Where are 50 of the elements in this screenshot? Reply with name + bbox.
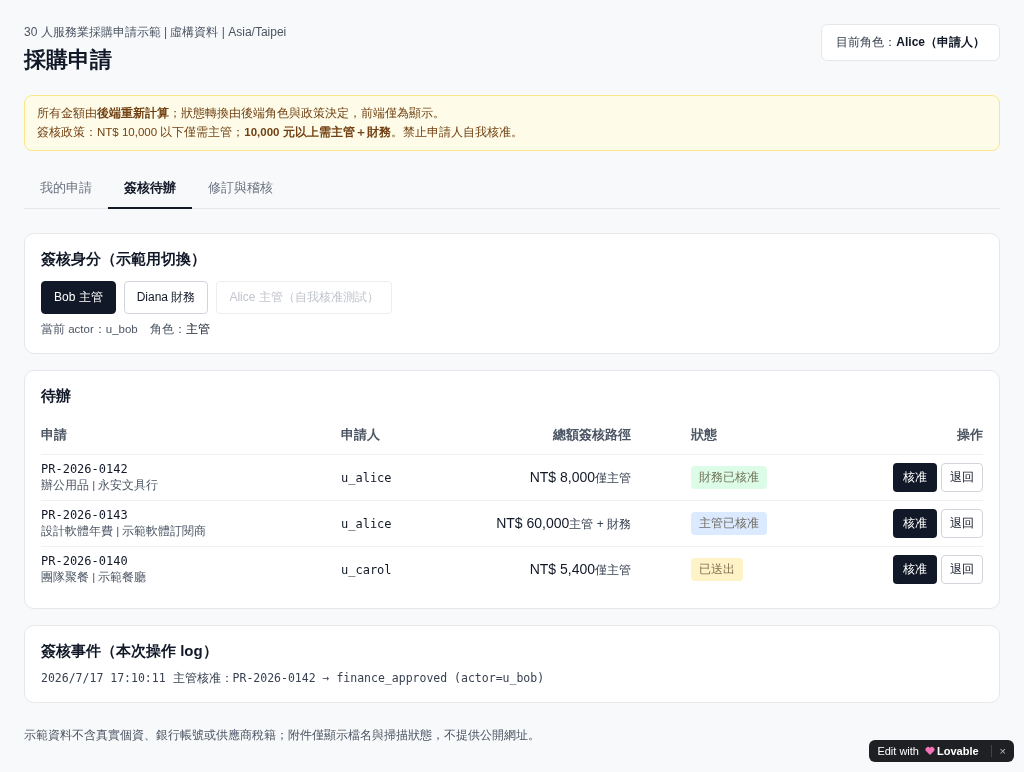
approve-button[interactable]: 核准 [893,463,937,492]
status-badge: 主管已核准 [691,512,767,535]
close-button[interactable]: × [990,745,1006,757]
status-badge: 財務已核准 [691,466,767,489]
heart-icon [925,746,935,756]
tab[interactable]: 我的申請 [24,169,108,209]
log-entry: 2026/7/17 17:10:11 主管核准：PR-2026-0142 → finance_approved (actor=u_bob) [41,671,546,686]
status-badge: 已送出 [691,558,743,581]
actor-text: 當前 actor：u_bob [41,322,138,337]
column-header: 操作 [957,427,983,442]
badge-text: Edit with [877,745,919,757]
app-subtitle: 30 人服務業採購申請示範 | 虛構資料 | Asia/Taipei [24,24,287,41]
brand-name: Lovable [937,745,979,757]
reject-button[interactable]: 退回 [941,509,983,538]
amount: NT$ 5,400 [529,560,595,577]
reject-button[interactable]: 退回 [941,463,983,492]
approval-route: 僅主管 [595,562,631,577]
amount: NT$ 8,000 [529,468,595,485]
request-id: PR-2026-0140 [41,554,128,568]
footer-note: 示範資料不含真實個資、銀行帳號或供應商稅籍；附件僅顯示檔名與掃描狀態，不提供公開網址。 [24,727,541,744]
column-header: 狀態 [691,427,717,442]
applicant: u_carol [341,562,392,577]
column-header: 申請 [41,427,67,442]
reject-button[interactable]: 退回 [941,555,983,584]
identity-option[interactable]: Bob 主管 [41,281,116,314]
applicant: u_alice [341,516,392,531]
approve-button[interactable]: 核准 [893,555,937,584]
current-role: 目前角色：Alice（申請人） [821,24,1000,61]
request-id: PR-2026-0142 [41,462,128,476]
section-title: 簽核事件（本次操作 log） [41,642,219,661]
approval-route: 僅主管 [595,470,631,485]
tab[interactable]: 簽核待辦 [108,169,192,209]
approve-button[interactable]: 核准 [893,509,937,538]
approval-route: 主管 + 財務 [569,516,631,531]
tab[interactable]: 修訂與稽核 [192,169,289,209]
column-header: 總額簽核路徑 [553,427,631,442]
page-title: 採購申請 [24,46,113,74]
section-title: 待辦 [41,387,72,406]
identity-option[interactable]: Diana 財務 [123,281,209,314]
policy-notice: 所有金額由後端重新計算；狀態轉換由後端角色與政策決定，前端僅為顯示。 簽核政策：NT$ 10,000 以下僅需主管；10,000 元以上需主管＋財務。禁止申請人自我核准。 [24,95,1000,151]
applicant: u_alice [341,470,392,485]
role-text: 角色：主管 [149,322,210,337]
amount: NT$ 60,000 [496,514,570,531]
request-description: 團隊聚餐 | 示範餐廳 [41,570,148,585]
column-header: 申請人 [341,427,380,442]
section-title: 簽核身分（示範用切換） [41,250,207,269]
request-description: 設計軟體年費 | 示範軟體訂閱商 [41,524,208,539]
request-id: PR-2026-0143 [41,508,128,522]
request-description: 辦公用品 | 永安文具行 [41,478,160,493]
edit-badge[interactable]: Edit with Lovable × [869,740,1014,762]
